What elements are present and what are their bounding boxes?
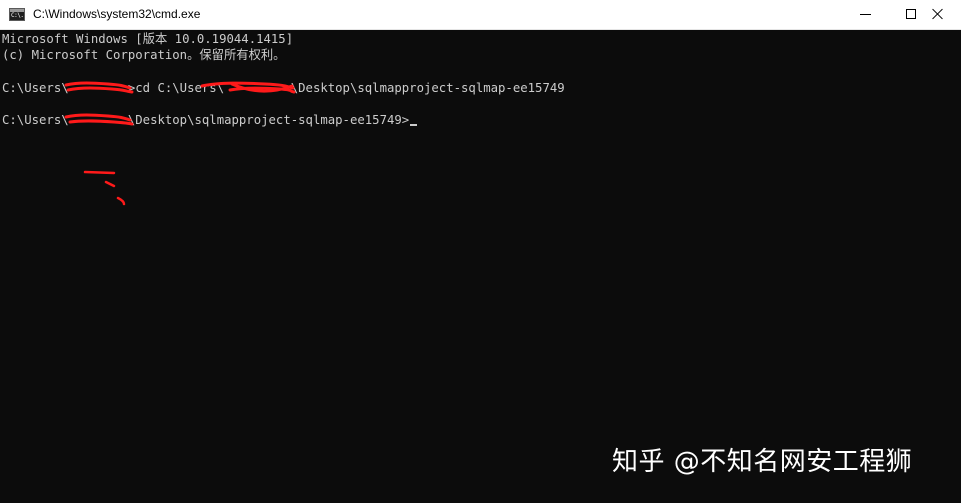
cmd-icon: C:\. (9, 8, 25, 21)
prompt-text: C:\Users\ \Desktop\sqlmapproject-sqlmap-… (2, 113, 410, 127)
console-line-prompt: C:\Users\ \Desktop\sqlmapproject-sqlmap-… (2, 112, 418, 128)
console-line-version: Microsoft Windows [版本 10.0.19044.1415] (2, 32, 294, 46)
console-line-cd-command: C:\Users\ >cd C:\Users\ \Desktop\sqlmapp… (2, 81, 565, 95)
title-bar[interactable]: C:\. C:\Windows\system32\cmd.exe (0, 0, 961, 30)
close-icon (932, 8, 944, 20)
window-title: C:\Windows\system32\cmd.exe (33, 7, 201, 21)
minimize-icon (860, 14, 871, 15)
console-line-copyright: (c) Microsoft Corporation。保留所有权利。 (2, 48, 286, 62)
console-output[interactable]: Microsoft Windows [版本 10.0.19044.1415] (… (0, 30, 961, 503)
watermark-text: 知乎 @不知名网安工程狮 (612, 447, 913, 477)
cmd-window: C:\. C:\Windows\system32\cmd.exe Microso… (0, 0, 961, 503)
text-cursor (410, 124, 418, 126)
close-button[interactable] (915, 0, 961, 29)
minimize-button[interactable] (842, 0, 888, 29)
redaction-scribble (82, 168, 130, 210)
cmd-icon-text: C:\. (11, 12, 24, 19)
